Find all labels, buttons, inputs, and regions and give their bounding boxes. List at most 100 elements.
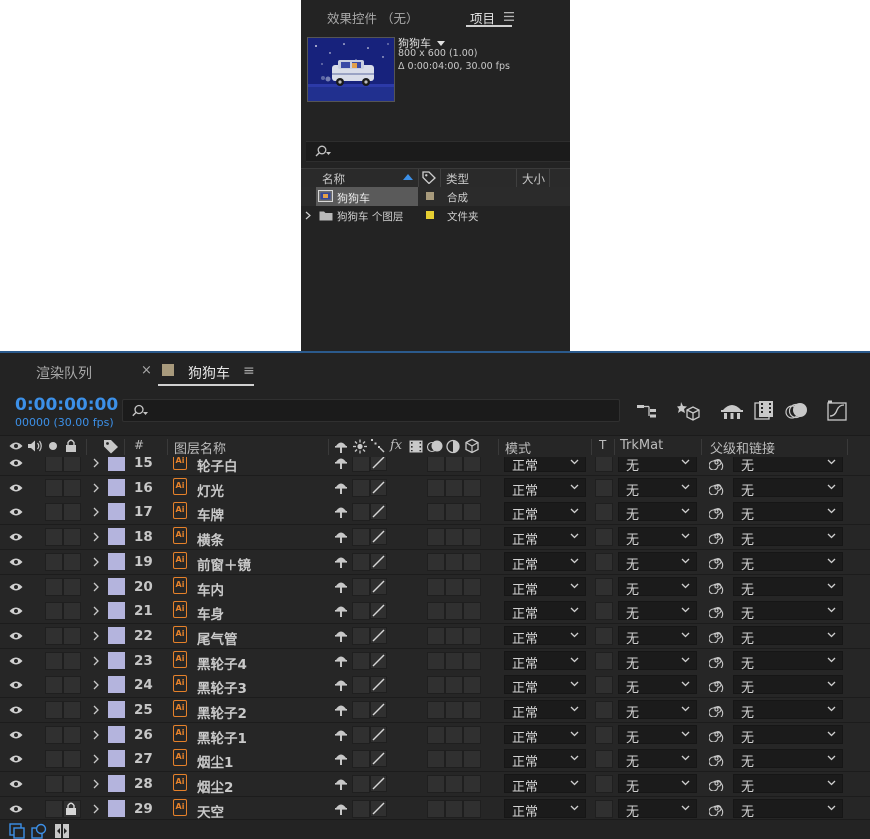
3d-layer-switch[interactable] (463, 457, 481, 472)
motion-blur-switch[interactable] (445, 552, 463, 571)
motion-blur-switch[interactable] (445, 676, 463, 695)
quality-switch-icon[interactable] (370, 676, 387, 694)
lock-icon[interactable] (65, 438, 77, 453)
3d-layer-switch[interactable] (463, 651, 481, 670)
layer-name[interactable]: 横条 (197, 529, 224, 549)
layer-name[interactable]: 黑轮子4 (197, 653, 247, 673)
layer-name[interactable]: 黑轮子2 (197, 702, 247, 722)
chevron-right-icon[interactable] (93, 606, 99, 616)
layer-label-color[interactable] (108, 503, 125, 521)
layer-row[interactable]: 27 Ai 烟尘1 正常 无 无 (0, 747, 870, 773)
parent-dropdown[interactable]: 无 (733, 502, 843, 523)
shy-switch-icon[interactable] (334, 529, 348, 544)
trkmat-dropdown[interactable]: 无 (618, 502, 697, 523)
lock-toggle[interactable] (63, 651, 81, 670)
preserve-transparency-switch[interactable] (595, 503, 613, 522)
trkmat-dropdown[interactable]: 无 (618, 675, 697, 696)
eye-icon[interactable] (9, 606, 23, 616)
label-tag-icon[interactable] (422, 171, 436, 184)
pick-whip-icon[interactable] (709, 457, 724, 470)
eye-icon[interactable] (9, 730, 23, 740)
eye-icon[interactable] (9, 458, 23, 468)
layer-name[interactable]: 前窗＋镜 (197, 554, 251, 574)
collapse-switch[interactable] (352, 503, 370, 522)
layer-row[interactable]: 25 Ai 黑轮子2 正常 无 无 (0, 698, 870, 723)
trkmat-dropdown[interactable]: 无 (618, 749, 697, 770)
lock-toggle[interactable] (63, 750, 81, 769)
shy-icon[interactable] (334, 439, 348, 454)
motion-blur-switch[interactable] (445, 503, 463, 522)
preserve-transparency-switch[interactable] (595, 725, 613, 744)
audio-toggle[interactable] (26, 457, 44, 472)
trkmat-dropdown[interactable]: 无 (618, 576, 697, 598)
quality-icon[interactable] (371, 439, 385, 454)
solo-toggle[interactable] (45, 528, 63, 547)
motion-blur-icon[interactable] (785, 400, 809, 422)
shy-switch-icon[interactable] (334, 603, 348, 618)
solo-toggle[interactable] (45, 701, 63, 719)
eye-icon[interactable] (9, 705, 23, 715)
collapse-switch[interactable] (352, 552, 370, 571)
layer-label-color[interactable] (108, 676, 125, 694)
layer-name[interactable]: 车牌 (197, 504, 224, 524)
collapse-switch[interactable] (352, 725, 370, 744)
quality-switch-icon[interactable] (370, 775, 387, 793)
shy-switch-icon[interactable] (334, 702, 348, 717)
collapse-switch[interactable] (352, 651, 370, 670)
layer-name[interactable]: 烟尘1 (197, 751, 233, 771)
solo-toggle[interactable] (45, 799, 63, 818)
layer-name[interactable]: 车身 (197, 603, 224, 623)
mode-dropdown[interactable]: 正常 (504, 798, 586, 819)
effects-switch[interactable] (427, 478, 445, 497)
3d-layer-switch[interactable] (463, 577, 481, 596)
chevron-right-icon[interactable] (93, 804, 99, 814)
audio-toggle[interactable] (26, 577, 44, 596)
quality-switch-icon[interactable] (370, 701, 387, 718)
mode-dropdown[interactable]: 正常 (504, 502, 586, 523)
preserve-transparency-switch[interactable] (595, 478, 613, 497)
effects-switch[interactable] (427, 602, 445, 621)
lock-icon[interactable] (65, 801, 77, 816)
pick-whip-icon[interactable] (709, 751, 724, 767)
effects-switch[interactable] (427, 457, 445, 472)
layer-row[interactable]: 23 Ai 黑轮子4 正常 无 无 (0, 648, 870, 674)
layer-row[interactable]: 20 Ai 车内 正常 无 无 (0, 574, 870, 600)
3d-layer-switch[interactable] (463, 478, 481, 497)
eye-icon[interactable] (9, 532, 23, 542)
motion-blur-icon[interactable] (427, 439, 443, 454)
shy-switch-icon[interactable] (334, 628, 348, 643)
trkmat-dropdown[interactable]: 无 (618, 700, 697, 721)
eye-icon[interactable] (9, 779, 23, 789)
motion-blur-switch[interactable] (445, 750, 463, 769)
layer-name[interactable]: 黑轮子3 (197, 677, 247, 697)
quality-switch-icon[interactable] (370, 457, 387, 471)
layer-label-color[interactable] (108, 775, 125, 793)
pick-whip-icon[interactable] (709, 504, 724, 520)
layer-row[interactable]: 24 Ai 黑轮子3 正常 无 无 (0, 673, 870, 699)
collapse-switch[interactable] (352, 457, 370, 472)
solo-icon[interactable] (48, 441, 58, 451)
3d-layer-switch[interactable] (463, 626, 481, 645)
quality-switch-icon[interactable] (370, 478, 387, 496)
audio-toggle[interactable] (26, 676, 44, 695)
effects-switch[interactable] (427, 775, 445, 794)
lock-toggle[interactable] (63, 775, 81, 794)
motion-blur-switch[interactable] (445, 528, 463, 547)
lock-toggle[interactable] (63, 701, 81, 719)
quality-switch-icon[interactable] (370, 552, 387, 570)
parent-dropdown[interactable]: 无 (733, 625, 843, 647)
layer-row[interactable]: 21 Ai 车身 正常 无 无 (0, 599, 870, 625)
pick-whip-icon[interactable] (709, 653, 724, 668)
motion-blur-switch[interactable] (445, 651, 463, 670)
chevron-right-icon[interactable] (93, 507, 99, 517)
eye-icon[interactable] (9, 754, 23, 764)
3d-layer-switch[interactable] (463, 552, 481, 571)
layer-label-color[interactable] (108, 725, 125, 743)
lock-toggle[interactable] (63, 626, 81, 645)
solo-toggle[interactable] (45, 577, 63, 596)
solo-toggle[interactable] (45, 457, 63, 472)
mode-dropdown[interactable]: 正常 (504, 724, 586, 746)
quality-switch-icon[interactable] (370, 528, 387, 546)
effects-switch[interactable] (427, 750, 445, 769)
mode-dropdown[interactable]: 正常 (504, 457, 586, 474)
